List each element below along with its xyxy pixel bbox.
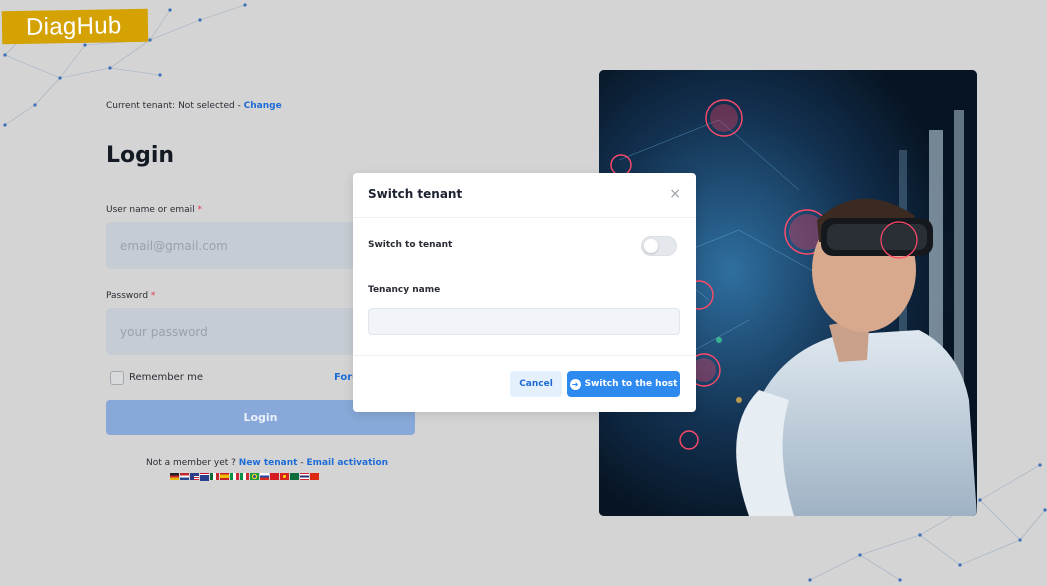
switch-to-host-button[interactable]: ➜ Switch to the host [567, 371, 680, 397]
remember-me-label[interactable]: Remember me [129, 372, 203, 383]
switch-to-host-label: Switch to the host [584, 379, 678, 389]
member-line: Not a member yet ? New tenant - Email ac… [146, 458, 388, 468]
tenancy-name-label: Tenancy name [368, 285, 441, 295]
flag-us-icon[interactable] [190, 473, 199, 480]
flag-it-icon[interactable] [230, 473, 239, 480]
flag-nl-icon[interactable] [180, 473, 189, 480]
flag-cn-icon[interactable] [310, 473, 319, 480]
username-label: User name or email * [106, 205, 202, 215]
flag-es-icon[interactable] [220, 473, 229, 480]
diaghub-logo: DiagHub [1, 8, 149, 45]
flag-it-alt-icon[interactable] [240, 473, 249, 480]
flag-sa-icon[interactable] [290, 473, 299, 480]
flag-th-icon[interactable] [300, 473, 309, 480]
remember-me-checkbox[interactable] [110, 371, 124, 385]
password-label-text: Password [106, 291, 151, 301]
current-tenant-text: Current tenant: Not selected - [106, 101, 244, 111]
close-icon[interactable]: × [669, 187, 681, 201]
change-tenant-link[interactable]: Change [244, 101, 282, 111]
logo-text: DiagHub [25, 12, 122, 41]
flag-br-icon[interactable] [250, 473, 259, 480]
modal-footer-divider [353, 355, 696, 356]
switch-to-tenant-label: Switch to tenant [368, 240, 453, 250]
password-placeholder: your password [120, 324, 208, 339]
flag-tr-icon[interactable] [270, 473, 279, 480]
language-flags [170, 473, 320, 481]
modal-title: Switch tenant [368, 187, 463, 201]
arrow-right-circle-icon: ➜ [569, 378, 581, 390]
new-tenant-link[interactable]: New tenant [239, 458, 298, 468]
required-mark: * [197, 205, 203, 215]
username-label-text: User name or email [106, 205, 198, 215]
flag-ru-icon[interactable] [260, 473, 269, 480]
current-tenant-line: Current tenant: Not selected - Change [106, 101, 282, 111]
flag-vn-icon[interactable] [280, 473, 289, 480]
flag-gb-icon[interactable] [200, 473, 209, 481]
flag-mx-icon[interactable] [210, 473, 219, 480]
email-activation-link[interactable]: Email activation [306, 458, 388, 468]
password-label: Password * [106, 291, 155, 301]
toggle-knob [644, 239, 658, 253]
page-title: Login [106, 143, 175, 168]
switch-tenant-modal: Switch tenant × Switch to tenant Tenancy… [353, 173, 696, 412]
required-mark: * [150, 291, 156, 301]
member-text: Not a member yet ? [146, 458, 239, 468]
cancel-button[interactable]: Cancel [510, 371, 562, 397]
tenancy-name-input[interactable] [368, 308, 680, 335]
username-placeholder: email@gmail.com [120, 238, 228, 253]
flag-de-icon[interactable] [170, 473, 179, 480]
modal-header-divider [353, 217, 696, 218]
switch-to-tenant-toggle[interactable] [641, 236, 677, 256]
